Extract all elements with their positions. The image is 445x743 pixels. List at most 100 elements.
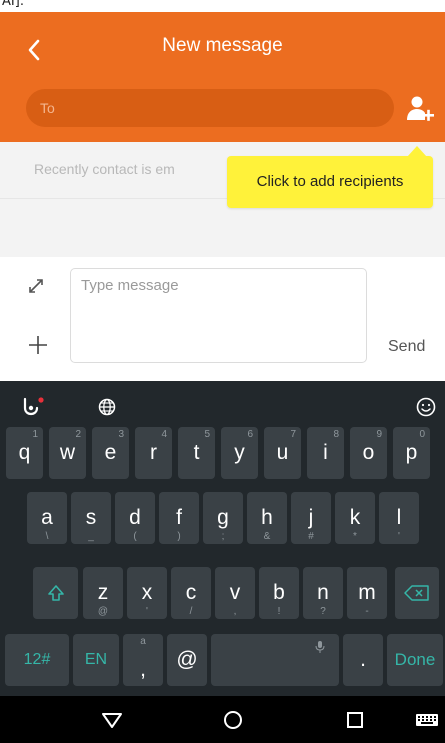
key-label: i [323,441,328,464]
key-label: a [41,506,53,529]
key-hint: 7 [290,429,296,440]
key-hint: 9 [376,429,382,440]
key-b[interactable]: b! [259,567,299,619]
smiley-icon [416,397,436,417]
add-person-icon [407,96,434,121]
key-hint: 0 [419,429,425,440]
keyboard-logo-button[interactable] [18,393,46,421]
recipient-input[interactable] [26,89,394,127]
key-label: j [308,506,314,529]
key-d[interactable]: d( [115,492,155,544]
key-z[interactable]: z @ [83,567,123,619]
key-label: k [349,506,361,529]
key-label: t [193,441,200,464]
key-hint: 6 [247,429,253,440]
key-label: m [358,581,376,604]
period-key[interactable]: . [343,634,383,686]
key-hint: * [353,531,357,542]
key-hint: ? [320,606,326,617]
globe-icon [98,398,116,416]
key-label: u [276,441,289,464]
language-key[interactable]: EN [73,634,119,686]
key-h[interactable]: h & [247,492,287,544]
keyboard: q1w2e3r4t5y6u7i8o9p0 a \ s _ d(f) g; h & j # k * l ' … [0,381,445,696]
key-label: g [217,506,229,529]
expand-button[interactable] [22,272,50,300]
key-a[interactable]: a \ [27,492,67,544]
keyboard-toolbar [0,381,445,431]
add-recipients-tooltip: Click to add recipients [227,146,433,208]
page-title: New message [162,35,283,56]
key-label: n [317,581,329,604]
circle-home-icon [224,711,242,729]
key-o[interactable]: o9 [350,427,387,479]
key-f[interactable]: f) [159,492,199,544]
status-bar: AI]: [0,0,445,12]
key-label: e [104,441,117,464]
keyboard-icon [416,714,438,726]
key-p[interactable]: p0 [393,427,430,479]
key-s[interactable]: s _ [71,492,111,544]
key-hint: \ [45,531,49,542]
key-hint: ( [133,531,137,542]
key-k[interactable]: k * [335,492,375,544]
space-key[interactable] [211,634,339,686]
shift-icon [47,585,64,601]
done-key[interactable]: Done [387,634,443,686]
key-label: f [176,506,182,529]
key-v[interactable]: v, [215,567,255,619]
app-header: New message [0,12,445,142]
key-label: r [150,441,157,464]
key-label: h [261,506,273,529]
key-e[interactable]: e3 [92,427,129,479]
comma-key-hint: a [140,636,146,647]
language-button[interactable] [93,393,121,421]
key-l[interactable]: l ' [379,492,419,544]
key-n[interactable]: n? [303,567,343,619]
back-nav-button[interactable] [98,706,126,734]
message-input[interactable] [70,268,367,363]
key-hint: 3 [118,429,124,440]
key-c[interactable]: c / [171,567,211,619]
key-hint: @ [97,606,109,617]
key-u[interactable]: u7 [264,427,301,479]
key-j[interactable]: j # [291,492,331,544]
key-label: l [396,506,402,529]
key-g[interactable]: g; [203,492,243,544]
key-m[interactable]: m- [347,567,387,619]
backspace-key[interactable] [395,567,439,619]
key-i[interactable]: i8 [307,427,344,479]
key-hint: ! [277,606,281,617]
emoji-button[interactable] [412,393,440,421]
key-hint: / [189,606,193,617]
plus-icon [29,336,47,354]
key-hint: 2 [75,429,81,440]
attach-button[interactable] [24,331,52,359]
key-hint: 8 [333,429,339,440]
recent-contacts-empty-text: Recently contact is em [34,161,175,177]
key-q[interactable]: q1 [6,427,43,479]
at-key[interactable]: @ [167,634,207,686]
square-recents-icon [347,712,363,728]
triangle-back-icon [102,713,122,728]
key-y[interactable]: y6 [221,427,258,479]
key-hint: ) [177,531,181,542]
key-r[interactable]: r4 [135,427,172,479]
keyboard-switch-button[interactable] [413,706,441,734]
recents-nav-button[interactable] [341,706,369,734]
key-w[interactable]: w2 [49,427,86,479]
key-hint: - [365,606,369,617]
comma-key[interactable]: a , [123,634,163,686]
key-hint: ' [146,606,148,617]
comma-key-label: , [140,658,146,681]
home-nav-button[interactable] [219,706,247,734]
send-button[interactable]: Send [378,335,440,359]
compose-area: Send [0,257,445,381]
symbols-key[interactable]: 12# [5,634,69,686]
add-recipient-button[interactable] [402,91,438,127]
key-label: v [229,581,241,604]
tooltip-arrow [407,146,427,157]
shift-key[interactable] [33,567,78,619]
key-t[interactable]: t5 [178,427,215,479]
key-x[interactable]: x ' [127,567,167,619]
